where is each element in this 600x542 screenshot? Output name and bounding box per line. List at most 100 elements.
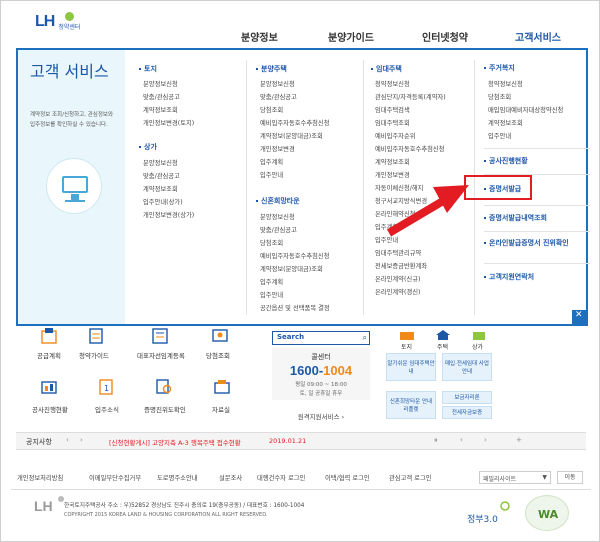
jeonse-loan-guarantee[interactable]: 전세자금보증: [442, 406, 492, 419]
menu-item[interactable]: 개인정보변경: [260, 144, 295, 153]
menu-item[interactable]: 입주안내(상가): [143, 197, 183, 206]
menu-item[interactable]: 임대주택조회: [375, 118, 410, 127]
notice-down-icon[interactable]: ›: [484, 436, 487, 444]
menu-item[interactable]: 입주안내: [260, 170, 283, 179]
menu-item[interactable]: 공간옵션 및 선택품목 결정: [260, 303, 330, 312]
menu-heading-land[interactable]: 토지: [139, 64, 157, 74]
menu-item[interactable]: 예비입주자동호수추첨신청: [260, 251, 330, 260]
house-icon[interactable]: [435, 329, 451, 341]
menu-item[interactable]: 예비입주자순위: [375, 131, 416, 140]
menu-item[interactable]: 관심단지/자격등록(계약자): [375, 92, 446, 101]
bogeumjari-loan[interactable]: 보금자리론: [442, 391, 492, 404]
footer-email-link[interactable]: 이메일무단수집거부: [89, 473, 141, 482]
nav-sales-guide[interactable]: 분양가이드: [328, 29, 374, 44]
menu-item[interactable]: 청약정보신청: [488, 79, 523, 88]
representative-register-icon[interactable]: [151, 327, 169, 345]
menu-item[interactable]: 계약정보조회: [488, 118, 523, 127]
menu-heading-newlywed-town[interactable]: 신혼희망타운: [256, 196, 300, 206]
menu-item[interactable]: 계약정보(분양대금)조회: [260, 264, 323, 273]
menu-item[interactable]: 당첨조회: [260, 238, 283, 247]
right-link-land[interactable]: 토지: [401, 342, 412, 351]
notice-more-icon[interactable]: +: [516, 436, 522, 444]
notice-message[interactable]: [신청현황게시] 고양지축 A-3 행복주택 접수현황: [109, 437, 241, 447]
menu-item[interactable]: 당첨조회: [260, 105, 283, 114]
remote-support-link[interactable]: 원격지원서비스 ›: [272, 411, 370, 421]
right-link-house[interactable]: 주택: [437, 342, 448, 351]
menu-item[interactable]: 전세보증금반환계좌: [375, 261, 427, 270]
rental-housing-guide[interactable]: 알기쉬운 임대주택안내: [386, 353, 436, 381]
menu-item[interactable]: 온라인계약(신규): [375, 274, 420, 283]
nav-customer-service[interactable]: 고객서비스: [515, 29, 561, 44]
quick-representative-register[interactable]: 대표자선임계등록: [137, 350, 185, 360]
notice-up-icon[interactable]: ‹: [460, 436, 463, 444]
menu-item[interactable]: 임대주택검색: [375, 105, 410, 114]
menu-item[interactable]: 계약정보조회: [143, 184, 178, 193]
footer-agent-login[interactable]: 대행건수자 로그인: [257, 473, 305, 482]
nav-sales-info[interactable]: 분양정보: [241, 29, 278, 44]
menu-heading-rental-housing[interactable]: 임대주택: [371, 64, 402, 74]
menu-item[interactable]: 입주안내: [260, 290, 283, 299]
quick-supply-plan[interactable]: 공급계획: [37, 350, 61, 360]
notice-label[interactable]: 공지사항: [26, 437, 52, 447]
footer-road-address-link[interactable]: 도로명주소안내: [157, 473, 198, 482]
menu-item[interactable]: 입주계획: [260, 277, 283, 286]
menu-item[interactable]: 분양정보신청: [260, 79, 295, 88]
quick-certificate-verify[interactable]: 증명진위도확인: [144, 404, 186, 414]
land-icon[interactable]: [399, 329, 415, 341]
menu-item[interactable]: 청약정보신청: [375, 79, 410, 88]
menu-certificate-verify[interactable]: 온라인발급증명서 진위확인: [484, 239, 578, 248]
menu-item[interactable]: 예비입주자동호수추첨신청: [375, 144, 445, 153]
menu-item[interactable]: 예비입주자동호수추첨신청: [260, 118, 330, 127]
footer-privacy-link[interactable]: 개인정보처리방침: [17, 473, 63, 482]
menu-heading-shop[interactable]: 상가: [139, 142, 157, 152]
site-search-input[interactable]: Search ⌕: [272, 331, 370, 345]
menu-item[interactable]: 입주안내: [488, 131, 511, 140]
quick-archive[interactable]: 자료실: [212, 404, 230, 414]
supply-plan-icon[interactable]: [40, 327, 58, 345]
family-site-go-button[interactable]: 이동: [557, 471, 583, 484]
menu-item[interactable]: 개인정보변경(토지): [143, 118, 194, 127]
menu-item[interactable]: 분양정보신청: [143, 158, 178, 167]
move-in-news-icon[interactable]: 1: [97, 378, 115, 396]
certificate-verify-icon[interactable]: [155, 378, 173, 396]
quick-subscription-guide[interactable]: 청약가이드: [79, 350, 109, 360]
winner-check-icon[interactable]: [211, 327, 229, 345]
menu-item[interactable]: 계약정보조회: [375, 157, 410, 166]
menu-item[interactable]: 계약정보(분양대금)조회: [260, 131, 323, 140]
menu-item[interactable]: 개인정보변경(상가): [143, 210, 194, 219]
menu-item[interactable]: 온라인계약(갱신): [375, 287, 420, 296]
nav-internet-subscription[interactable]: 인터넷청약: [422, 29, 468, 44]
quick-winner-check[interactable]: 당첨조회: [206, 350, 230, 360]
menu-item[interactable]: 분양정보신청: [143, 79, 178, 88]
footer-partner-login[interactable]: 이택/협력 로그인: [325, 473, 370, 482]
quick-construction-status[interactable]: 공사진행현황: [32, 404, 68, 414]
menu-heading-sale-housing[interactable]: 분양주택: [256, 64, 287, 74]
menu-item[interactable]: 맞춤/관심공고: [143, 171, 180, 180]
menu-item[interactable]: 맞춤/관심공고: [143, 92, 180, 101]
construction-status-icon[interactable]: [40, 378, 58, 396]
quick-move-in-news[interactable]: 입주소식: [95, 404, 119, 414]
menu-construction-status[interactable]: 공사진행현황: [484, 157, 528, 166]
menu-item[interactable]: 맞춤/관심공고: [260, 225, 297, 234]
purchase-lease-guide[interactable]: 매입·전세임대 사업안내: [442, 353, 492, 381]
menu-certificate-history[interactable]: 증명서발급내역조회: [484, 214, 547, 223]
notice-pause-icon[interactable]: ⏸: [434, 436, 438, 445]
menu-item[interactable]: 매입임대예비자대상청약신청: [488, 105, 563, 114]
subscription-guide-icon[interactable]: [87, 327, 105, 345]
menu-item[interactable]: 당첨조회: [488, 92, 511, 101]
menu-item[interactable]: 임대주택관리규약: [375, 248, 421, 257]
menu-item[interactable]: 계약정보조회: [143, 105, 178, 114]
archive-icon[interactable]: [213, 378, 231, 396]
footer-survey-link[interactable]: 설문조사: [219, 473, 242, 482]
menu-close-icon[interactable]: [572, 310, 586, 324]
right-link-shop[interactable]: 상가: [472, 342, 483, 351]
notice-prev-icon[interactable]: ‹: [66, 436, 69, 444]
shop-icon[interactable]: [471, 329, 487, 341]
menu-item[interactable]: 분양정보신청: [260, 212, 295, 221]
newlywed-leaflet[interactable]: 신혼희망타운 안내 리플렛: [386, 391, 436, 419]
menu-item[interactable]: 맞춤/관심공고: [260, 92, 297, 101]
menu-item[interactable]: 입주계획: [260, 157, 283, 166]
footer-interest-login[interactable]: 관심고객 로그인: [389, 473, 432, 482]
search-icon[interactable]: ⌕: [363, 333, 367, 343]
menu-support-contact[interactable]: 고객지원연락처: [484, 273, 534, 282]
